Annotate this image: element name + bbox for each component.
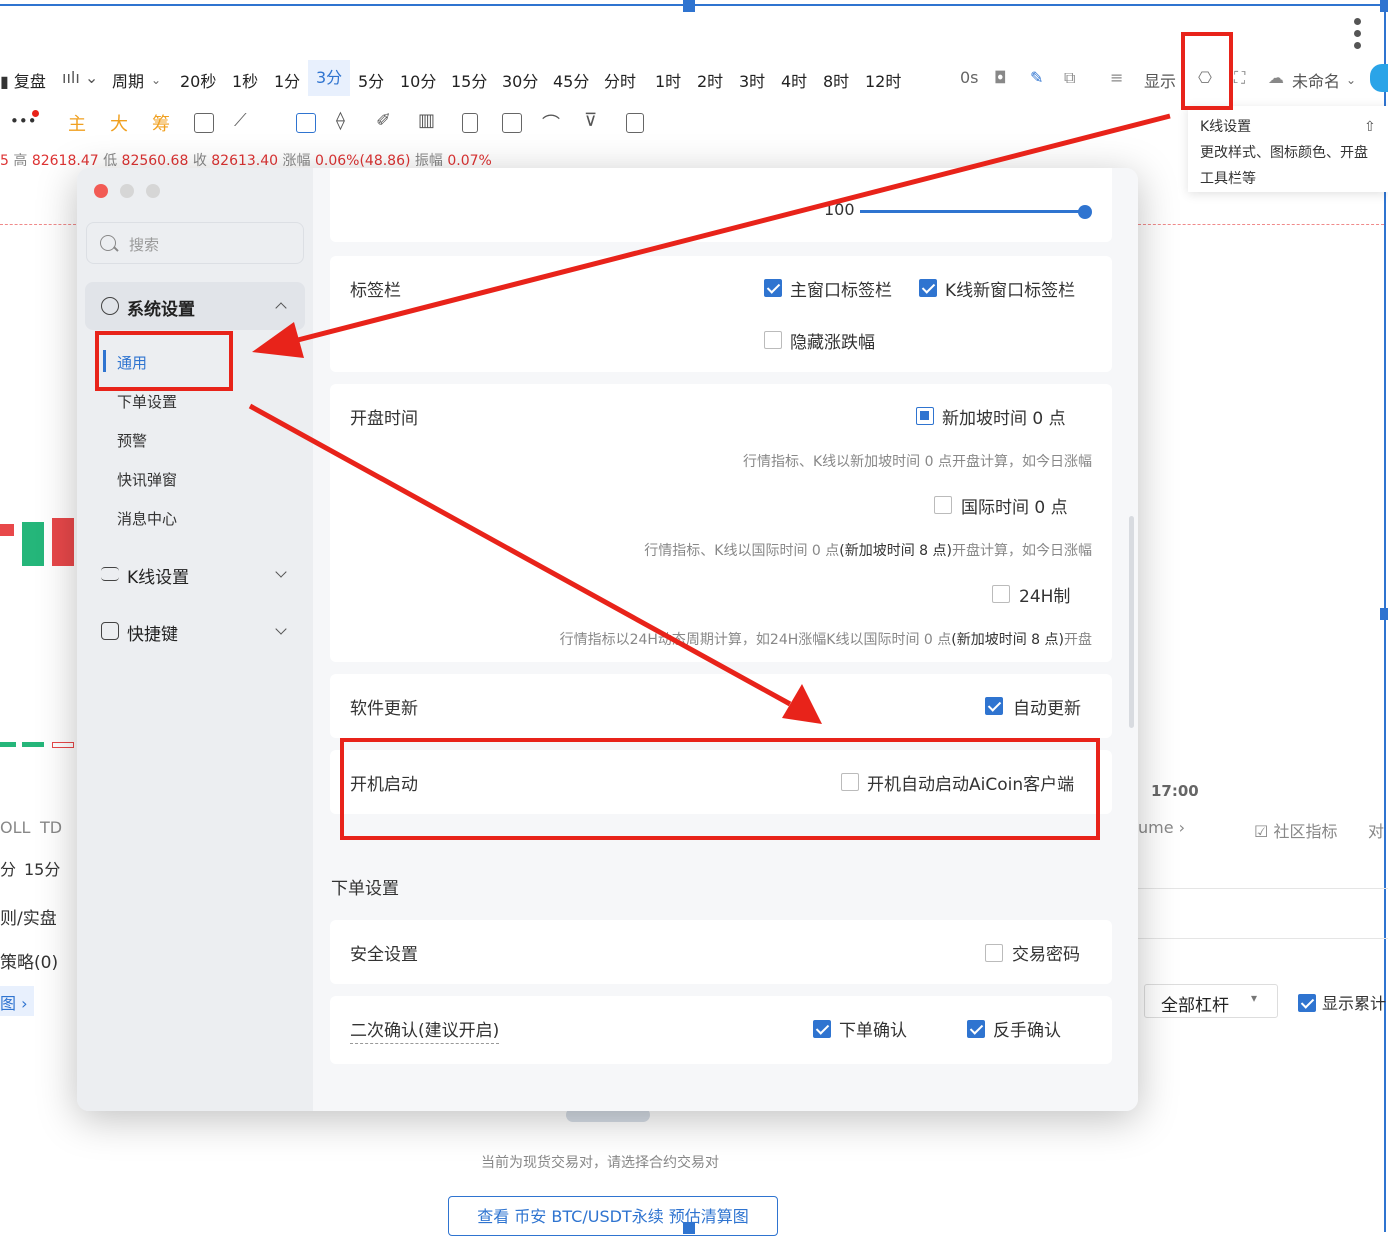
arrow-to-general — [289, 113, 1171, 345]
annotation-arrows — [248, 113, 1171, 724]
arrow-to-startup — [248, 403, 792, 707]
arrowhead-general — [252, 322, 304, 358]
